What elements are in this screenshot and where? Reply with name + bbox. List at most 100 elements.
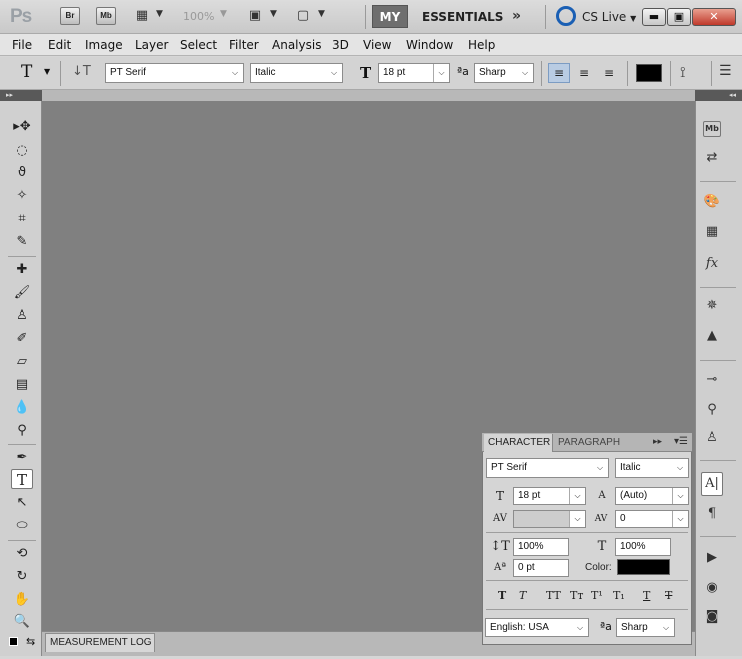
quick-selection-tool-icon[interactable]: ✧ — [11, 186, 33, 206]
3d-orbit-tool-icon[interactable]: ↻ — [11, 567, 33, 587]
menu-filter[interactable]: Filter — [229, 38, 259, 52]
text-color-swatch[interactable] — [636, 64, 662, 82]
blur-tool-icon[interactable]: 💧 — [11, 398, 33, 418]
collapse-panel-icon[interactable]: ▸▸ — [653, 437, 662, 447]
menu-window[interactable]: Window — [406, 38, 453, 52]
swap-colors-icon[interactable]: ⇆ — [26, 635, 35, 648]
align-center-button[interactable]: ≡ — [573, 63, 595, 83]
history-brush-tool-icon[interactable]: ✐ — [11, 329, 33, 349]
faux-bold-button[interactable]: T — [498, 589, 506, 602]
char-font-size-select[interactable]: 18 pt ⌵ — [513, 487, 586, 505]
superscript-button[interactable]: T¹ — [591, 589, 603, 602]
align-left-button[interactable]: ≡ — [548, 63, 570, 83]
type-tool-icon[interactable]: T — [21, 62, 32, 82]
brush-tool-icon[interactable]: 🖌 — [11, 283, 33, 303]
clone-source-panel-icon[interactable]: ♙ — [701, 428, 723, 448]
antialias-select[interactable]: Sharp ⌵ — [474, 63, 534, 83]
masks-panel-icon[interactable]: ⚲ — [701, 400, 723, 420]
character-panel-toggle-icon[interactable]: ☰ — [719, 63, 732, 79]
actions-panel-icon[interactable]: ▶ — [701, 548, 723, 568]
paragraph-panel-icon[interactable]: ¶ — [701, 504, 723, 524]
path-selection-tool-icon[interactable]: ↖ — [11, 493, 33, 513]
panel-dock-expand[interactable]: ◂◂ — [695, 90, 742, 101]
maximize-button[interactable]: ▣ — [667, 8, 691, 26]
faux-italic-button[interactable]: T — [519, 589, 526, 602]
history-panel-icon[interactable]: ⇄ — [701, 148, 723, 168]
view-extras-icon[interactable]: ▦ — [133, 8, 151, 24]
close-button[interactable]: ✕ — [692, 8, 736, 26]
vertical-scale-input[interactable]: 100% — [513, 538, 569, 556]
font-style-select[interactable]: Italic ⌵ — [250, 63, 343, 83]
menu-3d[interactable]: 3D — [332, 38, 349, 52]
menu-image[interactable]: Image — [85, 38, 123, 52]
gradient-tool-icon[interactable]: ▤ — [11, 375, 33, 395]
marquee-tool-icon[interactable]: ◌ — [11, 141, 33, 161]
menu-edit[interactable]: Edit — [48, 38, 71, 52]
mini-bridge-panel-icon[interactable]: Mb — [703, 121, 721, 137]
tools-panel-collapse[interactable]: ▸▸ — [0, 90, 42, 101]
menu-view[interactable]: View — [363, 38, 391, 52]
chevron-down-icon[interactable]: ▼ — [270, 9, 277, 19]
brushes-panel-icon[interactable]: ◉ — [701, 578, 723, 598]
char-font-style-select[interactable]: Italic ⌵ — [615, 458, 689, 478]
color-panel-icon[interactable]: 🎨 — [701, 192, 723, 212]
character-color-swatch[interactable] — [617, 559, 670, 575]
chevron-down-icon[interactable]: ▼ — [156, 9, 163, 19]
tab-paragraph[interactable]: PARAGRAPH — [558, 434, 620, 452]
eraser-tool-icon[interactable]: ▱ — [11, 352, 33, 372]
text-orientation-icon[interactable]: ↓T — [72, 64, 91, 79]
cs-live-button[interactable]: CS Live ▼ — [582, 10, 636, 24]
character-panel-icon[interactable]: A| — [701, 472, 723, 496]
healing-brush-tool-icon[interactable]: ✚ — [11, 260, 33, 280]
pen-tool-icon[interactable]: ✒ — [11, 448, 33, 468]
clone-stamp-tool-icon[interactable]: ♙ — [11, 306, 33, 326]
eyedropper-tool-icon[interactable]: ✎ — [11, 232, 33, 252]
cs-live-icon[interactable] — [556, 6, 576, 26]
screen-mode-icon[interactable]: ▢ — [294, 8, 312, 24]
menu-layer[interactable]: Layer — [135, 38, 168, 52]
tool-preset-caret-icon[interactable]: ▼ — [44, 67, 50, 76]
foreground-color-swatch[interactable] — [9, 637, 18, 646]
font-family-select[interactable]: PT Serif ⌵ — [105, 63, 244, 83]
layer-comps-panel-icon[interactable]: ◙ — [701, 607, 723, 627]
workspace-essentials-button[interactable]: ESSENTIALS — [422, 10, 503, 24]
menu-analysis[interactable]: Analysis — [272, 38, 321, 52]
ellipse-tool-icon[interactable]: ⬭ — [11, 516, 33, 536]
bridge-button[interactable]: Br — [60, 7, 80, 25]
chevron-down-icon[interactable]: ▼ — [318, 9, 325, 19]
navigator-panel-icon[interactable]: ✵ — [701, 296, 723, 316]
subscript-button[interactable]: T₁ — [613, 589, 625, 602]
all-caps-button[interactable]: TT — [546, 589, 561, 602]
small-caps-button[interactable]: Tт — [570, 589, 583, 602]
styles-panel-icon[interactable]: fx — [701, 254, 723, 274]
dodge-tool-icon[interactable]: ⚲ — [11, 421, 33, 441]
tab-character[interactable]: CHARACTER — [484, 434, 553, 452]
histogram-panel-icon[interactable]: ▲ — [701, 326, 723, 346]
language-select[interactable]: English: USA ⌵ — [485, 618, 589, 637]
menu-help[interactable]: Help — [468, 38, 495, 52]
zoom-tool-icon[interactable]: 🔍 — [11, 612, 33, 632]
mini-bridge-button[interactable]: Mb — [96, 7, 116, 25]
char-font-family-select[interactable]: PT Serif ⌵ — [486, 458, 609, 478]
hand-tool-icon[interactable]: ✋ — [11, 590, 33, 610]
lasso-tool-icon[interactable]: ϑ — [11, 163, 33, 183]
char-antialias-select[interactable]: Sharp ⌵ — [616, 618, 675, 637]
tracking-select[interactable]: 0 ⌵ — [615, 510, 689, 528]
font-size-select[interactable]: 18 pt ⌵ — [378, 63, 450, 83]
workspace-my-button[interactable]: MY — [372, 5, 408, 28]
strikethrough-button[interactable]: T — [665, 589, 672, 602]
horizontal-scale-input[interactable]: 100% — [615, 538, 671, 556]
kerning-select[interactable]: ⌵ — [513, 510, 586, 528]
measurement-log-tab[interactable]: MEASUREMENT LOG — [45, 633, 155, 652]
zoom-level[interactable]: 100% — [183, 10, 214, 23]
crop-tool-icon[interactable]: ⌗ — [11, 209, 33, 229]
leading-select[interactable]: (Auto) ⌵ — [615, 487, 689, 505]
menu-file[interactable]: File — [12, 38, 32, 52]
align-right-button[interactable]: ≡ — [598, 63, 620, 83]
baseline-shift-input[interactable]: 0 pt — [513, 559, 569, 577]
adjustments-panel-icon[interactable]: ⊸ — [701, 370, 723, 390]
3d-rotate-tool-icon[interactable]: ⟲ — [11, 544, 33, 564]
chevron-down-icon[interactable]: ▼ — [220, 9, 227, 19]
swatches-panel-icon[interactable]: ▦ — [701, 222, 723, 242]
panel-menu-icon[interactable]: ▾☰ — [674, 436, 688, 447]
